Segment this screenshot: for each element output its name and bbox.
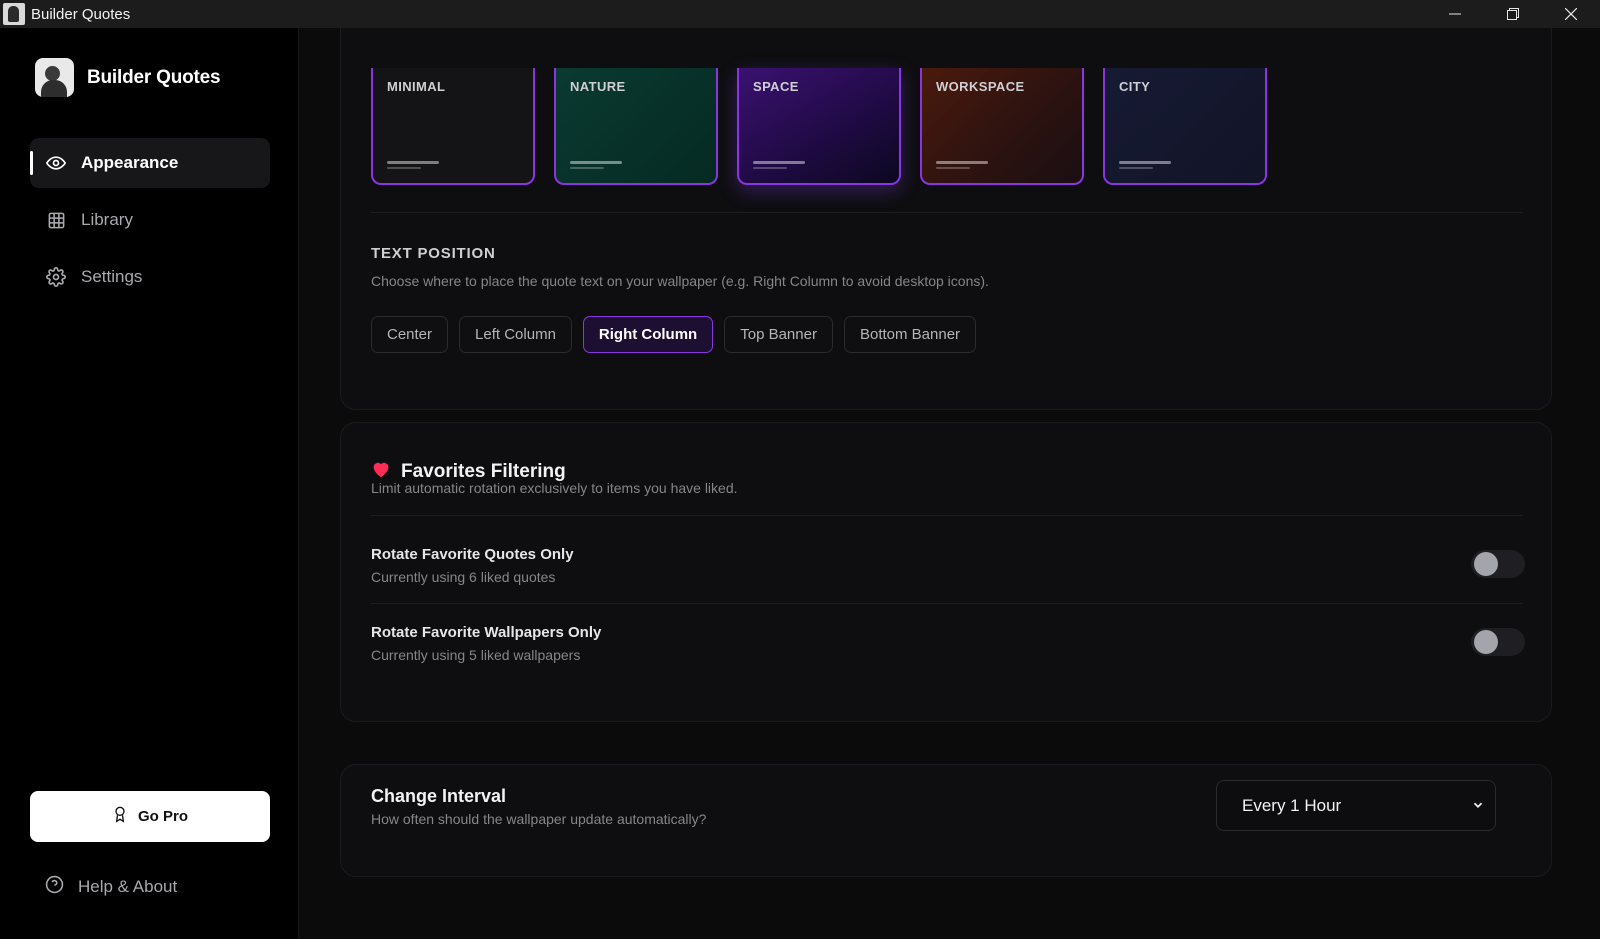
rotate-wallpapers-title: Rotate Favorite Wallpapers Only: [371, 624, 602, 641]
sidebar-item-label: Appearance: [81, 153, 179, 172]
sidebar-nav: Appearance Library Settings: [30, 138, 270, 309]
divider: [371, 603, 1523, 604]
rotate-wallpapers-toggle[interactable]: [1471, 628, 1525, 656]
sidebar: Builder Quotes Appearance Library Settin…: [0, 28, 299, 939]
theme-label: MINIMAL: [387, 79, 446, 94]
theme-preview-line: [936, 167, 970, 169]
close-icon: [1565, 8, 1577, 20]
theme-city[interactable]: CITY: [1103, 68, 1267, 185]
brand-logo: [35, 58, 74, 97]
minimize-button[interactable]: [1426, 0, 1484, 28]
eye-icon: [46, 153, 66, 173]
interval-description: How often should the wallpaper update au…: [371, 811, 707, 827]
theme-picker: MINIMAL NATURE SPACE WORKSPACE CITY: [371, 68, 1267, 185]
chevron-down-icon: [1471, 798, 1485, 817]
grid-icon: [46, 210, 66, 230]
position-option-bottom-banner[interactable]: Bottom Banner: [843, 316, 977, 353]
sidebar-item-label: Library: [81, 210, 133, 229]
sidebar-item-appearance[interactable]: Appearance: [30, 138, 270, 188]
close-button[interactable]: [1542, 0, 1600, 28]
rotate-quotes-toggle[interactable]: [1471, 550, 1525, 578]
interval-select[interactable]: Every 1 Hour: [1216, 780, 1496, 831]
rotate-quotes-title: Rotate Favorite Quotes Only: [371, 546, 574, 563]
brand: Builder Quotes: [35, 58, 221, 97]
help-circle-icon: [45, 875, 64, 899]
go-pro-label: Go Pro: [137, 808, 188, 825]
theme-label: CITY: [1119, 79, 1151, 94]
text-position-description: Choose where to place the quote text on …: [371, 273, 989, 289]
go-pro-button[interactable]: Go Pro: [30, 791, 270, 842]
app-icon: [3, 3, 25, 25]
toggle-knob: [1474, 552, 1498, 576]
help-about-label: Help & About: [78, 877, 178, 896]
position-option-right-column[interactable]: Right Column: [582, 316, 714, 353]
restore-icon: [1507, 8, 1519, 20]
theme-preview-line: [387, 161, 439, 164]
minimize-icon: [1449, 13, 1461, 15]
position-option-left-column[interactable]: Left Column: [459, 316, 572, 353]
sidebar-item-settings[interactable]: Settings: [30, 252, 270, 302]
text-position-title: TEXT POSITION: [371, 245, 496, 262]
brand-name: Builder Quotes: [87, 66, 221, 88]
theme-preview-line: [570, 161, 622, 164]
theme-preview-line: [1119, 167, 1153, 169]
title-bar: Builder Quotes: [0, 0, 1600, 28]
theme-workspace[interactable]: WORKSPACE: [920, 68, 1084, 185]
theme-label: NATURE: [570, 79, 626, 94]
rotate-wallpapers-desc: Currently using 5 liked wallpapers: [371, 647, 581, 663]
theme-space[interactable]: SPACE: [737, 68, 901, 185]
text-position-options: Center Left Column Right Column Top Bann…: [371, 316, 977, 353]
theme-minimal[interactable]: MINIMAL: [371, 68, 535, 185]
favorites-description: Limit automatic rotation exclusively to …: [371, 480, 738, 496]
theme-preview-line: [753, 161, 805, 164]
theme-preview-line: [1119, 161, 1171, 164]
rotate-quotes-desc: Currently using 6 liked quotes: [371, 569, 556, 585]
theme-nature[interactable]: NATURE: [554, 68, 718, 185]
sidebar-item-library[interactable]: Library: [30, 195, 270, 245]
help-about-link[interactable]: Help & About: [45, 875, 177, 899]
theme-preview-line: [753, 167, 787, 169]
theme-preview-line: [387, 167, 421, 169]
divider: [371, 515, 1523, 516]
interval-title: Change Interval: [371, 786, 507, 806]
rotate-favorite-quotes-row: Rotate Favorite Quotes Only Currently us…: [371, 546, 1525, 585]
restore-button[interactable]: [1484, 0, 1542, 28]
toggle-knob: [1474, 630, 1498, 654]
theme-preview-line: [936, 161, 988, 164]
window-controls: [1426, 0, 1600, 28]
sidebar-item-label: Settings: [81, 267, 143, 286]
position-option-top-banner[interactable]: Top Banner: [724, 316, 833, 353]
divider: [371, 212, 1523, 213]
gear-icon: [46, 267, 66, 287]
interval-selected-value: Every 1 Hour: [1242, 795, 1342, 815]
window-title: Builder Quotes: [31, 5, 131, 23]
theme-label: SPACE: [753, 79, 799, 94]
theme-preview-line: [570, 167, 604, 169]
theme-label: WORKSPACE: [936, 79, 1025, 94]
award-icon: [112, 805, 128, 828]
position-option-center[interactable]: Center: [371, 316, 449, 353]
rotate-favorite-wallpapers-row: Rotate Favorite Wallpapers Only Currentl…: [371, 624, 1525, 663]
